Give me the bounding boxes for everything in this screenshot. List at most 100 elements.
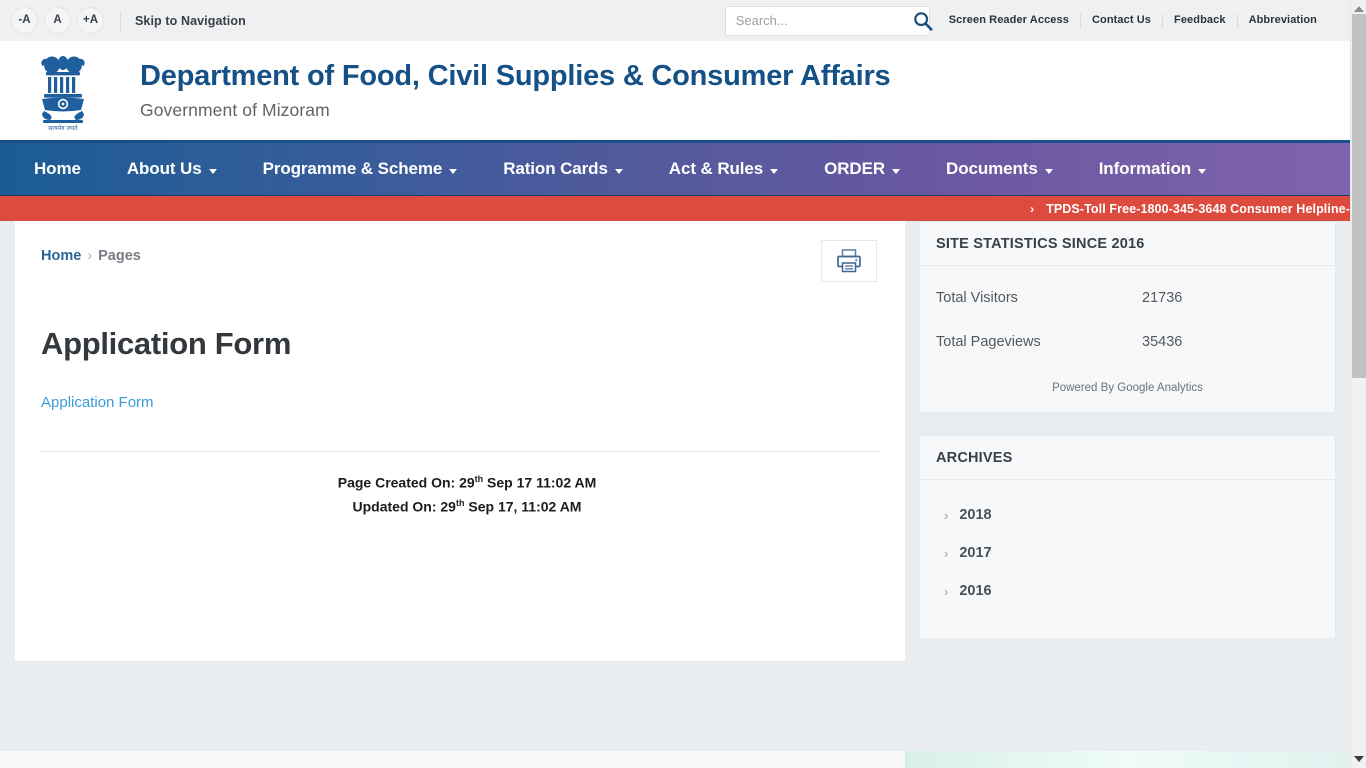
stat-value-total-visitors: 21736	[1142, 290, 1182, 306]
nav-label-ration-cards: Ration Cards	[503, 159, 608, 179]
nav-label-home: Home	[34, 159, 81, 179]
created-prefix: Page Created On: 29	[338, 475, 475, 491]
chevron-down-icon	[449, 169, 457, 174]
topbar-divider	[120, 11, 121, 31]
chevron-right-icon: ›	[944, 546, 948, 561]
nav-label-act-rules: Act & Rules	[669, 159, 763, 179]
breadcrumb: Home › Pages	[15, 248, 141, 264]
updated-prefix: Updated On: 29	[353, 498, 456, 514]
archive-item-2018[interactable]: › 2018	[920, 496, 1335, 534]
page-root: -A A +A Skip to Navigation Screen Reader…	[0, 0, 1350, 661]
print-button[interactable]	[821, 240, 877, 282]
content-divider	[41, 451, 879, 452]
application-form-link[interactable]: Application Form	[15, 394, 154, 411]
breadcrumb-row: Home › Pages	[15, 221, 905, 282]
archives-list: › 2018 › 2017 › 2016	[920, 480, 1335, 638]
stat-value-total-pageviews: 35436	[1142, 334, 1182, 350]
font-increase-button[interactable]: +A	[77, 7, 104, 34]
chevron-down-icon	[1198, 169, 1206, 174]
stat-row-total-visitors: Total Visitors 21736	[936, 290, 1319, 306]
site-statistics-body: Total Visitors 21736 Total Pageviews 354…	[920, 266, 1335, 390]
site-header: सत्यमेव जयते Department of Food, Civil S…	[0, 41, 1350, 143]
link-screen-reader-access[interactable]: Screen Reader Access	[938, 14, 1080, 27]
government-subtitle: Government of Mizoram	[140, 100, 890, 121]
page-updated-on: Updated On: 29th Sep 17, 11:02 AM	[29, 493, 905, 517]
utility-links: Screen Reader Access Contact Us Feedback…	[938, 14, 1328, 27]
font-normal-button[interactable]: A	[44, 7, 71, 34]
page-scrollbar[interactable]	[1350, 0, 1366, 768]
link-feedback[interactable]: Feedback	[1162, 14, 1237, 27]
nav-item-about-us[interactable]: About Us	[104, 143, 240, 195]
chevron-right-icon: ›	[944, 584, 948, 599]
nav-item-home[interactable]: Home	[0, 143, 104, 195]
footer-right-region	[905, 750, 1350, 768]
archive-label-2017: 2017	[959, 545, 991, 561]
link-abbreviation[interactable]: Abbreviation	[1237, 14, 1328, 27]
page-timestamps: Page Created On: 29th Sep 17 11:02 AM Up…	[15, 469, 905, 516]
nav-item-information[interactable]: Information	[1076, 143, 1229, 195]
footer-top-edge	[0, 750, 1350, 768]
ticker-text[interactable]: TPDS-Toll Free-1800-345-3648 Consumer He…	[1046, 202, 1350, 216]
powered-by-label: Powered By Google Analytics	[920, 382, 1335, 412]
nav-label-documents: Documents	[946, 159, 1038, 179]
nav-item-order[interactable]: ORDER	[801, 143, 923, 195]
svg-text:सत्यमेव जयते: सत्यमेव जयते	[48, 124, 78, 132]
nav-label-information: Information	[1099, 159, 1191, 179]
search-input[interactable]	[736, 13, 912, 28]
chevron-right-icon: ›	[944, 508, 948, 523]
scrollbar-thumb[interactable]	[1352, 14, 1366, 378]
nav-item-programme-scheme[interactable]: Programme & Scheme	[240, 143, 481, 195]
india-national-emblem-icon: सत्यमेव जयते	[30, 50, 96, 132]
site-statistics-card: SITE STATISTICS SINCE 2016 Total Visitor…	[919, 221, 1336, 413]
chevron-down-icon	[892, 169, 900, 174]
breadcrumb-home-link[interactable]: Home	[41, 248, 81, 264]
stat-label-total-visitors: Total Visitors	[936, 290, 1142, 306]
page-title: Application Form	[15, 282, 905, 362]
browser-viewport: -A A +A Skip to Navigation Screen Reader…	[0, 0, 1366, 768]
printer-icon	[835, 248, 863, 274]
updated-suffix: Sep 17, 11:02 AM	[464, 498, 581, 514]
skip-to-navigation-link[interactable]: Skip to Navigation	[135, 14, 246, 28]
footer-left-region	[0, 750, 905, 768]
archives-heading: ARCHIVES	[920, 436, 1335, 480]
archive-item-2017[interactable]: › 2017	[920, 534, 1335, 572]
created-ordinal: th	[475, 474, 484, 484]
header-titles: Department of Food, Civil Supplies & Con…	[140, 60, 890, 120]
stat-label-total-pageviews: Total Pageviews	[936, 334, 1142, 350]
scroll-up-arrow-icon[interactable]	[1354, 6, 1364, 12]
archive-label-2016: 2016	[959, 583, 991, 599]
nav-label-about-us: About Us	[127, 159, 202, 179]
archives-card: ARCHIVES › 2018 › 2017 › 2016	[919, 435, 1336, 639]
chevron-right-icon: ›	[1030, 202, 1034, 216]
page-created-on: Page Created On: 29th Sep 17 11:02 AM	[29, 469, 905, 493]
search-box[interactable]	[725, 6, 930, 36]
breadcrumb-current: Pages	[98, 248, 141, 264]
nav-label-order: ORDER	[824, 159, 885, 179]
link-contact-us[interactable]: Contact Us	[1080, 14, 1162, 27]
chevron-down-icon	[209, 169, 217, 174]
sidebar: SITE STATISTICS SINCE 2016 Total Visitor…	[919, 221, 1336, 661]
page-body: Home › Pages Application Form	[0, 221, 1350, 661]
top-utility-bar: -A A +A Skip to Navigation Screen Reader…	[0, 0, 1350, 41]
archive-label-2018: 2018	[959, 507, 991, 523]
archive-item-2016[interactable]: › 2016	[920, 572, 1335, 610]
topbar-right-group: Screen Reader Access Contact Us Feedback…	[725, 0, 1328, 41]
font-size-controls: -A A +A	[11, 7, 104, 34]
nav-item-documents[interactable]: Documents	[923, 143, 1076, 195]
chevron-down-icon	[770, 169, 778, 174]
helpline-ticker: › TPDS-Toll Free-1800-345-3648 Consumer …	[0, 195, 1350, 221]
main-content-panel: Home › Pages Application Form	[15, 221, 905, 661]
breadcrumb-separator-icon: ›	[87, 248, 92, 264]
nav-item-ration-cards[interactable]: Ration Cards	[480, 143, 646, 195]
stat-row-total-pageviews: Total Pageviews 35436	[936, 334, 1319, 350]
font-decrease-button[interactable]: -A	[11, 7, 38, 34]
search-icon[interactable]	[912, 10, 934, 32]
main-navigation: Home About Us Programme & Scheme Ration …	[0, 143, 1350, 195]
site-statistics-heading: SITE STATISTICS SINCE 2016	[920, 222, 1335, 266]
chevron-down-icon	[615, 169, 623, 174]
ticker-inner: › TPDS-Toll Free-1800-345-3648 Consumer …	[1030, 202, 1350, 216]
scroll-down-arrow-icon[interactable]	[1354, 756, 1364, 762]
nav-label-programme-scheme: Programme & Scheme	[263, 159, 443, 179]
nav-item-act-rules[interactable]: Act & Rules	[646, 143, 801, 195]
chevron-down-icon	[1045, 169, 1053, 174]
